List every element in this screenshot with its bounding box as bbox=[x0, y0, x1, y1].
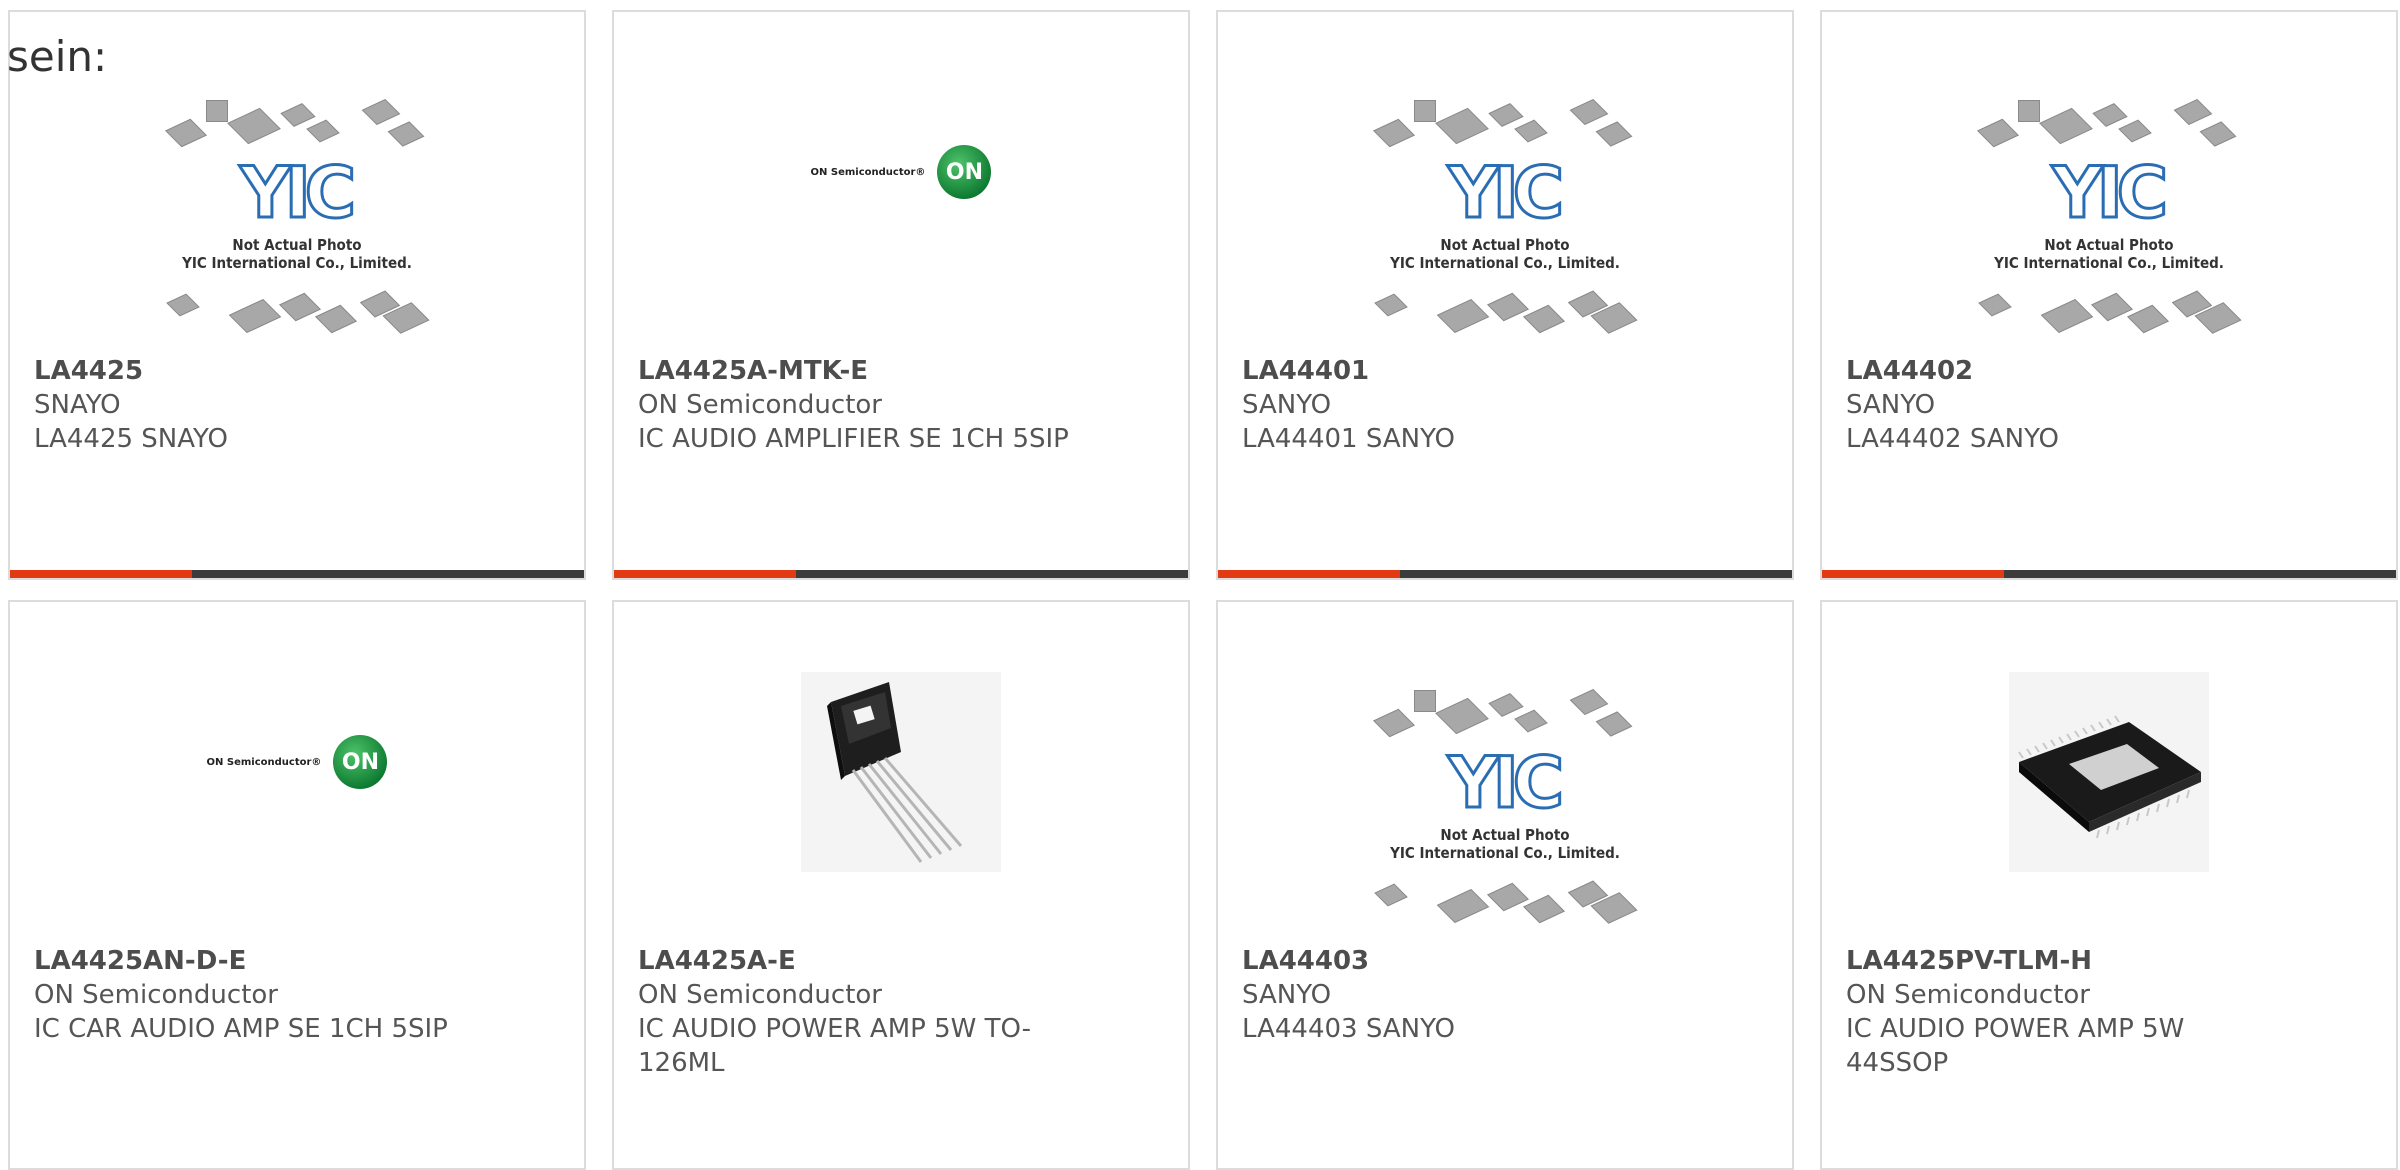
description: LA4425 SNAYO bbox=[34, 424, 228, 454]
product-info: LA44403 SANYO LA44403 SANYO bbox=[1242, 944, 1682, 1046]
yic-logo-icon: YIC bbox=[1446, 151, 1565, 236]
product-info: LA44402 SANYO LA44402 SANYO bbox=[1846, 354, 2286, 456]
manufacturer: SANYO bbox=[1242, 390, 1332, 420]
manufacturer: ON Semiconductor bbox=[638, 980, 882, 1010]
on-semiconductor-logo: ON Semiconductor® ON bbox=[811, 145, 992, 199]
product-grid: YIC Not Actual Photo YIC International C… bbox=[8, 10, 2398, 1170]
manufacturer: SNAYO bbox=[34, 390, 121, 420]
part-number[interactable]: LA44401 bbox=[1242, 354, 1682, 388]
description: LA44402 SANYO bbox=[1846, 424, 2059, 454]
not-actual-photo-placeholder: YIC Not Actual Photo YIC International C… bbox=[1974, 98, 2244, 340]
transistor-package-icon bbox=[827, 682, 963, 863]
part-number[interactable]: LA4425 bbox=[34, 354, 474, 388]
placeholder-caption: Not Actual Photo bbox=[1440, 236, 1570, 254]
product-card[interactable]: YIC Not Actual Photo YIC International C… bbox=[1820, 10, 2398, 580]
card-bottom-bar bbox=[10, 570, 584, 578]
description: IC AUDIO POWER AMP 5W TO-126ML bbox=[638, 1014, 1032, 1078]
product-info: LA4425A-MTK-E ON Semiconductor IC AUDIO … bbox=[638, 354, 1078, 456]
product-image[interactable]: YIC Not Actual Photo YIC International C… bbox=[1822, 80, 2396, 360]
product-card[interactable]: YIC Not Actual Photo YIC International C… bbox=[8, 10, 586, 580]
card-bottom-bar bbox=[1822, 570, 2396, 578]
manufacturer: ON Semiconductor bbox=[1846, 980, 2090, 1010]
card-bottom-bar bbox=[1218, 570, 1792, 578]
on-semiconductor-logo: ON Semiconductor® ON bbox=[207, 735, 388, 789]
product-image[interactable]: ON Semiconductor® ON bbox=[10, 642, 584, 882]
placeholder-company: YIC International Co., Limited. bbox=[1390, 254, 1620, 272]
product-info: LA4425PV-TLM-H ON Semiconductor IC AUDIO… bbox=[1846, 944, 2286, 1080]
not-actual-photo-placeholder: YIC Not Actual Photo YIC International C… bbox=[162, 98, 432, 340]
part-number[interactable]: LA4425PV-TLM-H bbox=[1846, 944, 2286, 978]
on-logo-icon: ON bbox=[333, 735, 388, 789]
product-image[interactable]: YIC Not Actual Photo YIC International C… bbox=[1218, 670, 1792, 950]
part-number[interactable]: LA44402 bbox=[1846, 354, 2286, 388]
product-card[interactable]: LA4425A-E ON Semiconductor IC AUDIO POWE… bbox=[612, 600, 1190, 1170]
product-image[interactable]: YIC Not Actual Photo YIC International C… bbox=[1218, 80, 1792, 360]
product-info: LA44401 SANYO LA44401 SANYO bbox=[1242, 354, 1682, 456]
to126-package-photo bbox=[801, 672, 1001, 872]
product-image[interactable] bbox=[1822, 642, 2396, 902]
description: LA44401 SANYO bbox=[1242, 424, 1455, 454]
card-bottom-bar bbox=[614, 570, 1188, 578]
placeholder-caption: Not Actual Photo bbox=[232, 236, 362, 254]
yic-logo-icon: YIC bbox=[1446, 741, 1565, 826]
yic-logo-icon: YIC bbox=[238, 151, 357, 236]
lead-text: sein: bbox=[7, 32, 108, 81]
placeholder-caption: Not Actual Photo bbox=[1440, 826, 1570, 844]
ssop-package-photo bbox=[2009, 672, 2209, 872]
product-card[interactable]: YIC Not Actual Photo YIC International C… bbox=[1216, 10, 1794, 580]
placeholder-caption: Not Actual Photo bbox=[2044, 236, 2174, 254]
product-card[interactable]: LA4425PV-TLM-H ON Semiconductor IC AUDIO… bbox=[1820, 600, 2398, 1170]
part-number[interactable]: LA4425A-MTK-E bbox=[638, 354, 1078, 388]
product-info: LA4425AN-D-E ON Semiconductor IC CAR AUD… bbox=[34, 944, 474, 1046]
description: IC AUDIO AMPLIFIER SE 1CH 5SIP bbox=[638, 424, 1069, 454]
manufacturer: SANYO bbox=[1846, 390, 1936, 420]
placeholder-company: YIC International Co., Limited. bbox=[182, 254, 412, 272]
product-info: LA4425A-E ON Semiconductor IC AUDIO POWE… bbox=[638, 944, 1078, 1080]
description: IC CAR AUDIO AMP SE 1CH 5SIP bbox=[34, 1014, 448, 1044]
product-card[interactable]: ON Semiconductor® ON LA4425A-MTK-E ON Se… bbox=[612, 10, 1190, 580]
product-image[interactable]: YIC Not Actual Photo YIC International C… bbox=[10, 80, 584, 360]
manufacturer: ON Semiconductor bbox=[34, 980, 278, 1010]
not-actual-photo-placeholder: YIC Not Actual Photo YIC International C… bbox=[1370, 688, 1640, 930]
manufacturer: SANYO bbox=[1242, 980, 1332, 1010]
placeholder-company: YIC International Co., Limited. bbox=[1390, 844, 1620, 862]
ic-package-icon bbox=[2018, 715, 2201, 839]
placeholder-company: YIC International Co., Limited. bbox=[1994, 254, 2224, 272]
product-image[interactable] bbox=[614, 642, 1188, 902]
manufacturer: ON Semiconductor bbox=[638, 390, 882, 420]
product-info: LA4425 SNAYO LA4425 SNAYO bbox=[34, 354, 474, 456]
description: LA44403 SANYO bbox=[1242, 1014, 1455, 1044]
part-number[interactable]: LA4425AN-D-E bbox=[34, 944, 474, 978]
product-image[interactable]: ON Semiconductor® ON bbox=[614, 52, 1188, 292]
description: IC AUDIO POWER AMP 5W 44SSOP bbox=[1846, 1014, 2185, 1078]
product-card[interactable]: YIC Not Actual Photo YIC International C… bbox=[1216, 600, 1794, 1170]
part-number[interactable]: LA4425A-E bbox=[638, 944, 1078, 978]
on-logo-icon: ON bbox=[937, 145, 992, 199]
product-card[interactable]: ON Semiconductor® ON LA4425AN-D-E ON Sem… bbox=[8, 600, 586, 1170]
part-number[interactable]: LA44403 bbox=[1242, 944, 1682, 978]
not-actual-photo-placeholder: YIC Not Actual Photo YIC International C… bbox=[1370, 98, 1640, 340]
yic-logo-icon: YIC bbox=[2050, 151, 2169, 236]
